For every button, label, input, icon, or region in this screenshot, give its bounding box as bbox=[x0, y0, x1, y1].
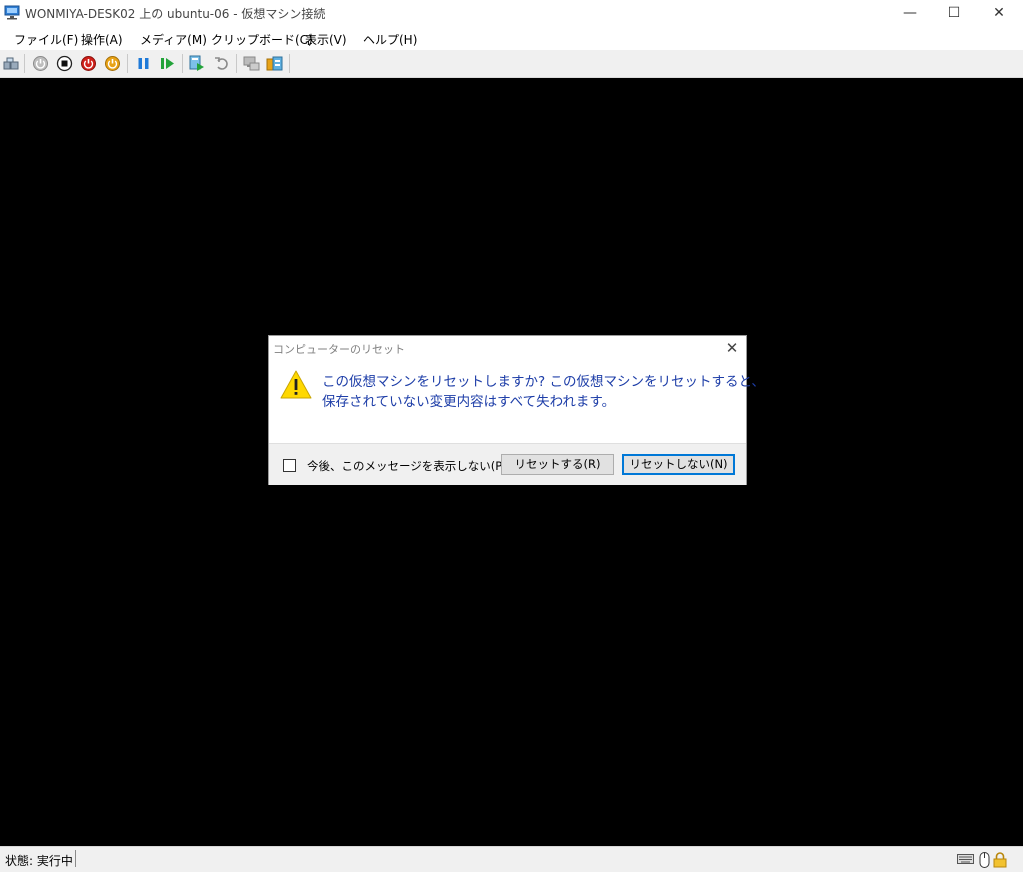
dialog-footer: 今後、このメッセージを表示しない(P) リセットする(R) リセットしない(N) bbox=[269, 443, 746, 485]
close-button[interactable]: ✕ bbox=[976, 0, 1022, 27]
dialog-message-line-1: この仮想マシンをリセットしますか? この仮想マシンをリセットすると、 bbox=[322, 374, 765, 390]
warning-icon bbox=[279, 369, 313, 401]
maximize-button[interactable]: ☐ bbox=[931, 0, 977, 27]
dont-show-again-checkbox[interactable] bbox=[283, 459, 296, 472]
menu-file[interactable]: ファイル(F) bbox=[14, 31, 78, 48]
dialog-message: この仮想マシンをリセットしますか? この仮想マシンをリセットすると、 保存されて… bbox=[322, 372, 765, 412]
dont-reset-button[interactable]: リセットしない(N) bbox=[622, 454, 735, 475]
menu-clipboard[interactable]: クリップボード(C) bbox=[211, 31, 313, 48]
menu-bar: ファイル(F) 操作(A) メディア(M) クリップボード(C) 表示(V) ヘ… bbox=[0, 27, 1023, 50]
status-bar: 状態: 実行中 bbox=[0, 846, 1023, 872]
menu-media[interactable]: メディア(M) bbox=[140, 31, 207, 48]
lock-icon bbox=[993, 852, 1007, 871]
toolbar-separator bbox=[24, 54, 25, 73]
dialog-title: コンピューターのリセット bbox=[273, 343, 405, 356]
toolbar-separator bbox=[236, 54, 237, 73]
toolbar-separator bbox=[289, 54, 290, 73]
keyboard-icon bbox=[957, 852, 974, 868]
pause-icon[interactable] bbox=[135, 55, 152, 72]
enhanced-session-icon[interactable] bbox=[243, 55, 260, 72]
minimize-button[interactable]: — bbox=[887, 0, 933, 27]
title-bar: WONMIYA-DESK02 上の ubuntu-06 - 仮想マシン接続 — … bbox=[0, 0, 1023, 27]
menu-view[interactable]: 表示(V) bbox=[305, 31, 347, 48]
ctrl-alt-del-icon[interactable] bbox=[3, 55, 20, 72]
reset-dialog: コンピューターのリセット ✕ この仮想マシンをリセットしますか? この仮想マシン… bbox=[268, 335, 765, 485]
reset-button[interactable]: リセットする(R) bbox=[501, 454, 614, 475]
mouse-icon bbox=[979, 852, 990, 871]
toolbar-separator bbox=[127, 54, 128, 73]
status-separator bbox=[75, 850, 76, 867]
vm-connection-icon bbox=[4, 5, 21, 20]
resume-icon[interactable] bbox=[159, 55, 176, 72]
start-icon[interactable] bbox=[32, 55, 49, 72]
share-icon[interactable] bbox=[266, 55, 283, 72]
turn-off-icon[interactable] bbox=[56, 55, 73, 72]
checkpoint-icon[interactable] bbox=[189, 55, 206, 72]
dialog-message-line-2: 保存されていない変更内容はすべて失われます。 bbox=[322, 394, 616, 410]
revert-icon[interactable] bbox=[213, 55, 230, 72]
menu-action[interactable]: 操作(A) bbox=[81, 31, 123, 48]
save-state-icon[interactable] bbox=[104, 55, 121, 72]
shutdown-icon[interactable] bbox=[80, 55, 97, 72]
toolbar bbox=[0, 50, 1023, 78]
status-text: 状態: 実行中 bbox=[5, 854, 73, 868]
window-title: WONMIYA-DESK02 上の ubuntu-06 - 仮想マシン接続 bbox=[25, 7, 326, 21]
toolbar-separator bbox=[182, 54, 183, 73]
dont-show-again-label[interactable]: 今後、このメッセージを表示しない(P) bbox=[307, 458, 507, 474]
dialog-close-button[interactable]: ✕ bbox=[723, 339, 741, 357]
menu-help[interactable]: ヘルプ(H) bbox=[363, 31, 417, 48]
